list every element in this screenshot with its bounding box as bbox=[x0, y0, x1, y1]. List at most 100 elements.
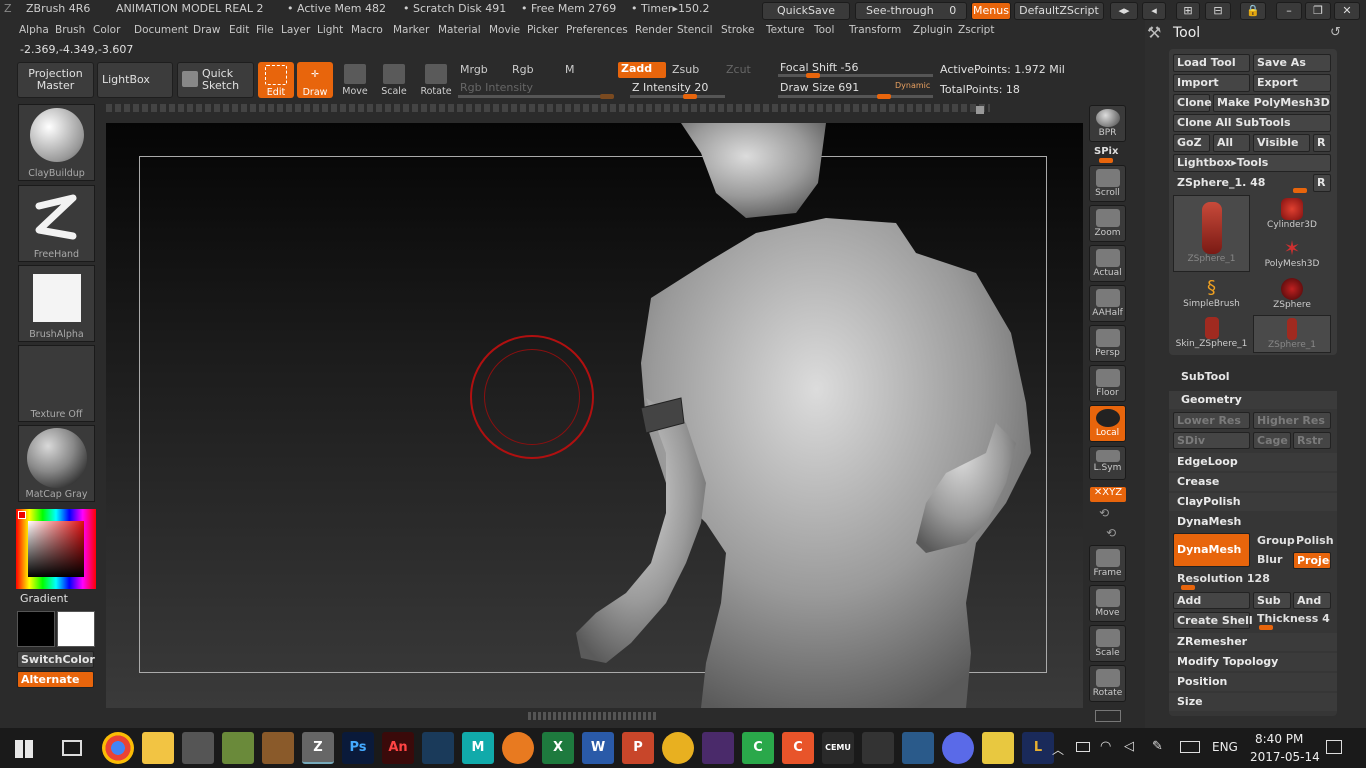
lower-res-button[interactable]: Lower Res bbox=[1173, 412, 1250, 429]
focal-shift-slider[interactable]: Focal Shift -56 bbox=[780, 61, 858, 74]
layout-toggle-icon[interactable]: ◂ bbox=[1142, 2, 1166, 20]
make-polymesh-button[interactable]: Make PolyMesh3D bbox=[1213, 94, 1331, 112]
current-tool-slider[interactable]: ZSphere_1. 48 bbox=[1177, 176, 1265, 189]
m-button[interactable]: M bbox=[565, 63, 575, 76]
import-button[interactable]: Import bbox=[1173, 74, 1250, 92]
goz-r-button[interactable]: R bbox=[1313, 134, 1331, 152]
menu-stencil[interactable]: Stencil bbox=[677, 24, 713, 36]
rotate-y-icon[interactable]: ⟲ bbox=[1099, 506, 1109, 520]
wifi-icon[interactable]: ◠ bbox=[1100, 739, 1111, 754]
group-button[interactable]: Group bbox=[1257, 534, 1295, 547]
draw-size-slider[interactable]: Draw Size 691 bbox=[780, 81, 859, 94]
document-canvas[interactable] bbox=[106, 123, 1083, 708]
resolution-slider[interactable]: Resolution 128 bbox=[1177, 572, 1270, 585]
persp-button[interactable]: Persp bbox=[1089, 325, 1126, 362]
lock-icon[interactable]: 🔒 bbox=[1240, 2, 1266, 20]
clock-time[interactable]: 8:40 PM bbox=[1255, 732, 1303, 746]
gradient-label[interactable]: Gradient bbox=[20, 592, 68, 605]
primary-color-swatch[interactable] bbox=[17, 611, 55, 647]
sub-button[interactable]: Sub bbox=[1253, 592, 1291, 609]
menu-movie[interactable]: Movie bbox=[489, 24, 520, 36]
menu-zplugin[interactable]: Zplugin bbox=[913, 24, 953, 36]
task-view-icon[interactable] bbox=[62, 740, 82, 756]
spix-knob[interactable] bbox=[1099, 158, 1113, 163]
app-icon-9[interactable] bbox=[982, 732, 1014, 764]
layout-icon[interactable]: ◂▸ bbox=[1110, 2, 1138, 20]
notifications-icon[interactable] bbox=[1326, 740, 1342, 754]
menu-transform[interactable]: Transform bbox=[849, 24, 901, 36]
stroke-selector[interactable]: FreeHand bbox=[18, 185, 95, 262]
app-icon-8[interactable] bbox=[902, 732, 934, 764]
create-shell-button[interactable]: Create Shell bbox=[1173, 612, 1253, 629]
z-intensity-slider[interactable]: Z Intensity 20 bbox=[632, 81, 708, 94]
app-icon-5[interactable] bbox=[702, 732, 734, 764]
rgb-intensity-knob[interactable] bbox=[600, 94, 614, 99]
photoshop-icon[interactable]: Ps bbox=[342, 732, 374, 764]
zremesher-section[interactable]: ZRemesher bbox=[1169, 633, 1337, 651]
minimize-icon[interactable]: – bbox=[1276, 2, 1302, 20]
color-picker[interactable] bbox=[16, 509, 96, 589]
menu-picker[interactable]: Picker bbox=[527, 24, 558, 36]
quicksave-button[interactable]: QuickSave bbox=[762, 2, 850, 20]
menu-stroke[interactable]: Stroke bbox=[721, 24, 754, 36]
zbrush-taskbar-icon[interactable]: Z bbox=[302, 732, 334, 764]
move-view-button[interactable]: Move bbox=[1089, 585, 1126, 622]
xyz-symmetry-button[interactable]: ✕XYZ bbox=[1090, 487, 1126, 502]
bottom-shelf-handle[interactable] bbox=[528, 712, 656, 720]
menu-file[interactable]: File bbox=[256, 24, 274, 36]
subtool-header[interactable]: SubTool bbox=[1181, 370, 1230, 383]
rstr-button[interactable]: Rstr bbox=[1293, 432, 1331, 449]
clone-all-subtools-button[interactable]: Clone All SubTools bbox=[1173, 114, 1331, 132]
z-intensity-knob[interactable] bbox=[683, 94, 697, 99]
alpha-selector[interactable]: BrushAlpha bbox=[18, 265, 95, 342]
scale-view-button[interactable]: Scale bbox=[1089, 625, 1126, 662]
rotate-button[interactable]: Rotate bbox=[417, 64, 455, 98]
reset-icon[interactable]: ↺ bbox=[1330, 25, 1341, 40]
thickness-slider[interactable]: Thickness 4 bbox=[1257, 612, 1330, 625]
current-tool-knob[interactable] bbox=[1293, 188, 1307, 193]
menu-zscript[interactable]: Zscript bbox=[958, 24, 994, 36]
menu-render[interactable]: Render bbox=[635, 24, 672, 36]
clone-button[interactable]: Clone bbox=[1173, 94, 1212, 112]
zsub-button[interactable]: Zsub bbox=[672, 63, 699, 76]
chrome-icon[interactable] bbox=[102, 732, 134, 764]
texture-selector[interactable]: Texture Off bbox=[18, 345, 95, 422]
rgb-button[interactable]: Rgb bbox=[512, 63, 534, 76]
menu-preferences[interactable]: Preferences bbox=[566, 24, 628, 36]
app-icon-3[interactable] bbox=[422, 732, 454, 764]
discord-icon[interactable] bbox=[942, 732, 974, 764]
tool-thumb-cylinder3d[interactable]: Cylinder3D bbox=[1253, 195, 1331, 233]
app-icon-6[interactable]: C bbox=[782, 732, 814, 764]
switch-color-button[interactable]: SwitchColor bbox=[17, 651, 95, 668]
menu-layer[interactable]: Layer bbox=[281, 24, 310, 36]
brush-selector[interactable]: ClayBuildup bbox=[18, 104, 95, 181]
app-icon-10[interactable]: L bbox=[1022, 732, 1054, 764]
higher-res-button[interactable]: Higher Res bbox=[1253, 412, 1331, 429]
menu-draw[interactable]: Draw bbox=[193, 24, 220, 36]
volume-icon[interactable]: ◁ bbox=[1124, 739, 1134, 754]
export-button[interactable]: Export bbox=[1253, 74, 1331, 92]
layout-switch-icon[interactable]: ⊟ bbox=[1205, 2, 1231, 20]
tool-thumb-zsphere[interactable]: ZSphere bbox=[1253, 275, 1331, 313]
blender-icon[interactable] bbox=[502, 732, 534, 764]
see-through-slider[interactable]: See-through 0 bbox=[855, 2, 967, 20]
menu-brush[interactable]: Brush bbox=[55, 24, 85, 36]
zcut-button[interactable]: Zcut bbox=[726, 63, 751, 76]
geometry-header[interactable]: Geometry bbox=[1169, 391, 1337, 409]
menu-macro[interactable]: Macro bbox=[351, 24, 383, 36]
grid-icon[interactable] bbox=[1095, 710, 1121, 722]
rgb-intensity-slider[interactable]: Rgb Intensity bbox=[460, 81, 533, 94]
modify-topology-section[interactable]: Modify Topology bbox=[1169, 653, 1337, 671]
and-button[interactable]: And bbox=[1293, 592, 1331, 609]
top-shelf-handle[interactable] bbox=[976, 106, 984, 114]
tool-palette-title[interactable]: Tool bbox=[1173, 25, 1200, 41]
crease-section[interactable]: Crease bbox=[1169, 473, 1337, 491]
goz-button[interactable]: GoZ bbox=[1173, 134, 1210, 152]
draw-button[interactable]: ✛ Draw bbox=[297, 62, 333, 98]
cemu-icon[interactable]: CEMU bbox=[822, 732, 854, 764]
scroll-button[interactable]: Scroll bbox=[1089, 165, 1126, 202]
default-zscript-button[interactable]: DefaultZScript bbox=[1014, 2, 1104, 20]
bpr-button[interactable]: BPR bbox=[1089, 105, 1126, 142]
windows-start-icon[interactable] bbox=[15, 740, 33, 758]
app-icon-1[interactable] bbox=[222, 732, 254, 764]
